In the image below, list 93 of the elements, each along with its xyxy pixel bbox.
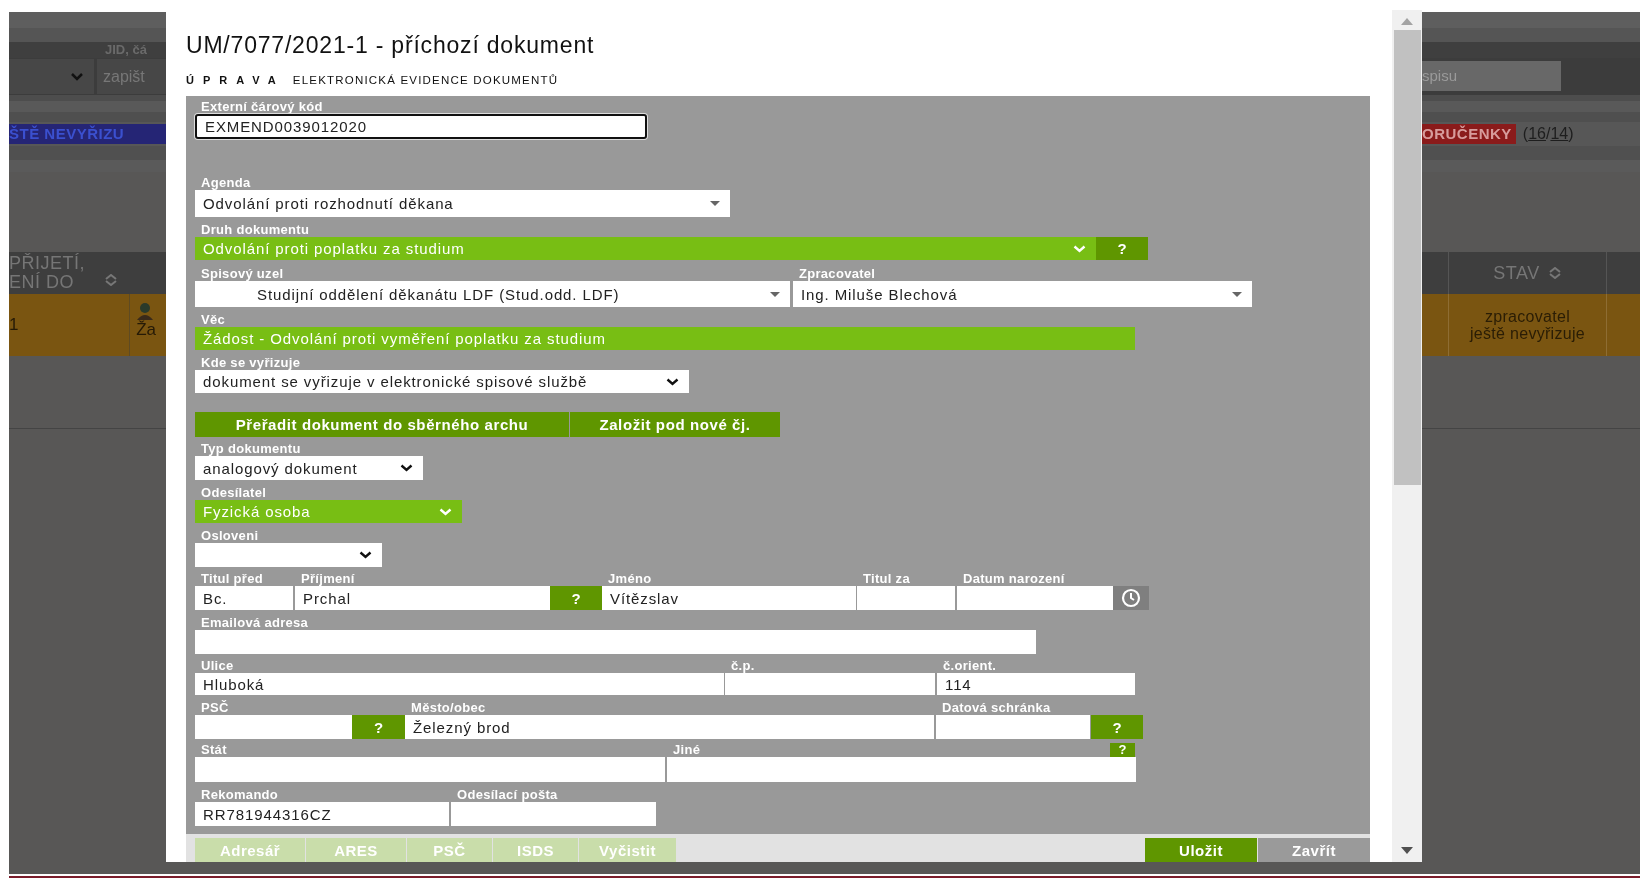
person-icon — [136, 302, 155, 320]
field-label: Kde se vyřizuje — [200, 355, 301, 370]
text-field[interactable]: Hluboká — [195, 673, 724, 695]
text-field[interactable] — [857, 586, 955, 610]
field-label: Rekomando — [200, 787, 279, 802]
scroll-down-icon[interactable] — [1401, 847, 1413, 854]
action-button[interactable]: Přeřadit dokument do sběrného archu — [195, 412, 569, 437]
field-label: Emailová adresa — [200, 615, 309, 630]
dropdown[interactable]: dokument se vyřizuje v elektronické spisové službě — [195, 370, 689, 393]
help-button[interactable]: ? — [550, 586, 602, 610]
text-field[interactable] — [195, 757, 665, 782]
text-field[interactable]: Žádost - Odvolání proti vyměření poplatku za studium — [195, 327, 1135, 350]
text-field[interactable]: RR781944316CZ — [195, 802, 449, 826]
section-subtitle: ELEKTRONICKÁ EVIDENCE DOKUMENTŮ — [292, 73, 559, 86]
chevron-icon — [400, 464, 413, 472]
text-field[interactable] — [936, 715, 1090, 739]
field-label: Osloveni — [200, 528, 259, 543]
table-cell-text: zpracovatel ještě nevyřizuje — [1468, 308, 1587, 342]
status-tag: ORUČENKY — [1422, 124, 1516, 144]
dropdown[interactable]: Fyzická osoba — [195, 500, 462, 523]
field-label: Odesílatel — [200, 485, 267, 500]
text-field[interactable]: Vítězslav — [602, 586, 856, 610]
help-button[interactable]: ? — [352, 715, 405, 739]
help-button[interactable]: ? — [1110, 743, 1135, 757]
dropdown-arrow-icon — [1232, 291, 1242, 297]
field-label: Titul za — [862, 571, 910, 586]
text-field[interactable]: Železný brod — [405, 715, 934, 739]
action-button[interactable]: Založit pod nové čj. — [570, 412, 780, 437]
mode-label: ÚPRAVA — [186, 73, 285, 86]
field-label: Typ dokumentu — [200, 441, 301, 456]
field-label: Příjmení — [300, 571, 355, 586]
field-label: Externí čárový kód — [200, 99, 323, 114]
text-field[interactable] — [725, 673, 935, 695]
chevron-icon — [359, 551, 372, 559]
count-link[interactable]: 14 — [1550, 125, 1569, 142]
clock-icon — [1121, 588, 1141, 608]
text-field[interactable]: 114 — [937, 673, 1135, 695]
text-field[interactable] — [195, 630, 1036, 654]
field-label: Ulice — [200, 658, 234, 673]
table-cell: Ža — [136, 320, 157, 340]
save-button[interactable]: Uložit — [1145, 838, 1257, 862]
help-button[interactable]: ? — [1096, 237, 1148, 260]
dropdown[interactable] — [9, 59, 94, 94]
chevron-icon — [1073, 244, 1086, 253]
count-link[interactable]: 16 — [1528, 125, 1546, 142]
help-button[interactable]: ? — [1091, 715, 1143, 739]
text-field[interactable] — [451, 802, 656, 826]
bracket-text: ) — [1568, 125, 1574, 142]
field-label: Jméno — [607, 571, 652, 586]
chevron-icon — [666, 377, 679, 386]
field-label: Zpracovatel — [798, 266, 876, 281]
status-tag: ŠTĚ NEVYŘIZU — [9, 124, 166, 144]
field-label: Druh dokumentu — [200, 222, 310, 237]
separator-text: / — [1545, 125, 1551, 142]
time-picker-button[interactable] — [1113, 586, 1149, 610]
scrollbar[interactable] — [1392, 10, 1422, 862]
dropdown[interactable] — [195, 543, 382, 567]
field-label: Odesílací pošta — [456, 787, 558, 802]
text-field[interactable] — [195, 715, 352, 739]
dialog-title: UM/7077/2021-1 - příchozí dokument — [186, 31, 596, 60]
field-label: Datum narození — [962, 571, 1065, 586]
chevron-icon — [70, 72, 84, 81]
bracket-text: ( — [1522, 125, 1529, 142]
scrollbar-thumb[interactable] — [1393, 30, 1421, 485]
scroll-up-icon[interactable] — [1401, 18, 1413, 25]
chevron-icon — [439, 507, 452, 516]
dropdown[interactable]: analogový dokument — [195, 456, 423, 480]
field-label: Titul před — [200, 571, 263, 586]
field-label: č.orient. — [942, 658, 997, 673]
field-label: Agenda — [200, 175, 251, 190]
field-label: Jiné — [672, 742, 701, 757]
field-label: Spisový uzel — [200, 266, 284, 281]
close-button[interactable]: Zavřít — [1258, 838, 1370, 862]
text-field[interactable] — [957, 586, 1113, 610]
dropdown[interactable]: Odvolání proti poplatku za studium — [195, 237, 1096, 260]
text-field[interactable] — [667, 757, 1136, 782]
table-cell: 1 — [9, 315, 19, 335]
field-label: č.p. — [730, 658, 755, 673]
field-label: Město/obec — [410, 700, 486, 715]
dropdown-arrow-icon — [710, 201, 720, 206]
text-field[interactable]: Bc. — [195, 586, 293, 610]
column-header[interactable]: PŘIJETÍ, ENÍ DO — [9, 252, 104, 294]
dropdown[interactable]: Ing. Miluše Blechová — [793, 281, 1252, 307]
text-field[interactable]: EXMEND0039012020 — [195, 114, 647, 139]
column-header[interactable]: STAV — [1493, 263, 1540, 283]
dropdown-arrow-icon — [770, 291, 780, 297]
dropdown[interactable]: Odvolání proti rozhodnutí děkana — [195, 190, 730, 217]
field-label: PSČ — [200, 700, 229, 715]
dropdown[interactable]: Studijní oddělení děkanátu LDF (Stud.odd. LDF) — [195, 281, 790, 307]
field-label: Věc — [200, 312, 226, 327]
field-label: Stát — [200, 742, 227, 757]
field-label: Datová schránka — [941, 700, 1051, 715]
text-field[interactable]: Prchal — [295, 586, 550, 610]
